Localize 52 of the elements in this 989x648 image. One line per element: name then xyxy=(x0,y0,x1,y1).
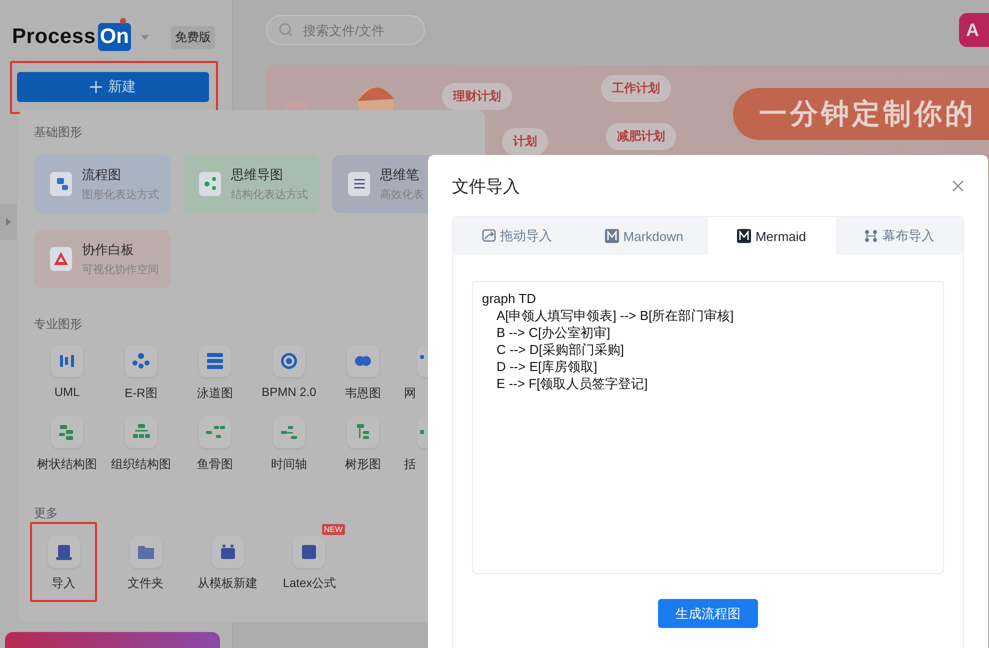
nodes-icon xyxy=(864,229,878,243)
flowchart-icon xyxy=(50,172,72,196)
expand-arrow-icon xyxy=(6,218,11,226)
diagram-type-item[interactable]: UML xyxy=(30,345,104,402)
close-icon[interactable] xyxy=(952,180,964,192)
mermaid-icon xyxy=(737,229,752,243)
diagram-type-card[interactable]: 协作白板 可视化协作空间 xyxy=(34,230,171,288)
search-field[interactable]: 搜索文件/文件 xyxy=(266,15,425,45)
markdown-icon xyxy=(605,229,620,243)
card-title: 协作白板 xyxy=(82,241,135,259)
promo-card[interactable] xyxy=(5,632,220,648)
banner-headline: 一分钟定制你的 xyxy=(759,97,976,131)
section-title: 专业图形 xyxy=(34,316,83,333)
more-item[interactable]: 从模板新建 xyxy=(198,536,258,592)
diagram-type-item[interactable]: 树状结构图 xyxy=(30,416,104,473)
plan-badge: 免费版 xyxy=(171,26,215,48)
diagram-type-card[interactable]: 思维导图 结构化表达方式 xyxy=(183,155,320,213)
new-button[interactable]: 新建 xyxy=(17,72,209,102)
image-import-icon xyxy=(482,229,496,243)
card-subtitle: 可视化协作空间 xyxy=(82,262,159,277)
diagram-type-item[interactable]: 鱼骨图 xyxy=(178,416,252,473)
card-subtitle: 图形化表达方式 xyxy=(82,188,159,202)
diagram-type-item[interactable]: 时间轴 xyxy=(252,416,326,473)
card-title: 流程图 xyxy=(82,166,122,184)
diagram-type-item[interactable]: BPMN 2.0 xyxy=(252,345,326,402)
new-badge: NEW xyxy=(322,524,345,535)
logo-badge: On xyxy=(98,23,131,51)
import-tab[interactable]: Mermaid xyxy=(708,217,836,255)
notification-dot-icon xyxy=(120,18,126,24)
search-icon xyxy=(279,23,293,37)
logo-text: Process xyxy=(12,25,96,49)
caret-icon[interactable] xyxy=(141,34,149,40)
diagram-type-item[interactable]: 树形图 xyxy=(326,416,400,473)
list-icon xyxy=(348,172,370,196)
code-editor[interactable]: graph TD A[申领人填写申领表] --> B[所在部门审核] B --> C[办公室初审] C --> D[采购部门采购] D --> E[库房领取] E --> F[领取人员签字登记] xyxy=(472,281,944,574)
diagram-type-item[interactable]: E-R图 xyxy=(104,345,178,402)
diagram-type-item[interactable]: 韦恩图 xyxy=(326,345,400,402)
more-item[interactable]: 文件夹 xyxy=(128,536,164,592)
section-title: 更多 xyxy=(34,505,59,522)
diagram-type-item[interactable]: 泳道图 xyxy=(178,345,252,402)
plus-icon xyxy=(90,81,102,93)
upgrade-button[interactable]: A xyxy=(959,13,989,47)
section-title: 基础图形 xyxy=(34,124,83,141)
diagram-type-card[interactable]: 流程图 图形化表达方式 xyxy=(34,155,171,213)
expand-tab[interactable] xyxy=(0,204,17,240)
more-item[interactable]: 导入 xyxy=(48,536,80,592)
card-subtitle: 高效化表 xyxy=(380,188,424,202)
diagram-type-item[interactable]: 组织结构图 xyxy=(104,416,178,473)
share-nodes-icon xyxy=(199,172,221,196)
card-subtitle: 结构化表达方式 xyxy=(231,188,308,202)
generate-button[interactable]: 生成流程图 xyxy=(658,599,758,628)
more-item[interactable]: Latex公式 xyxy=(282,536,336,592)
